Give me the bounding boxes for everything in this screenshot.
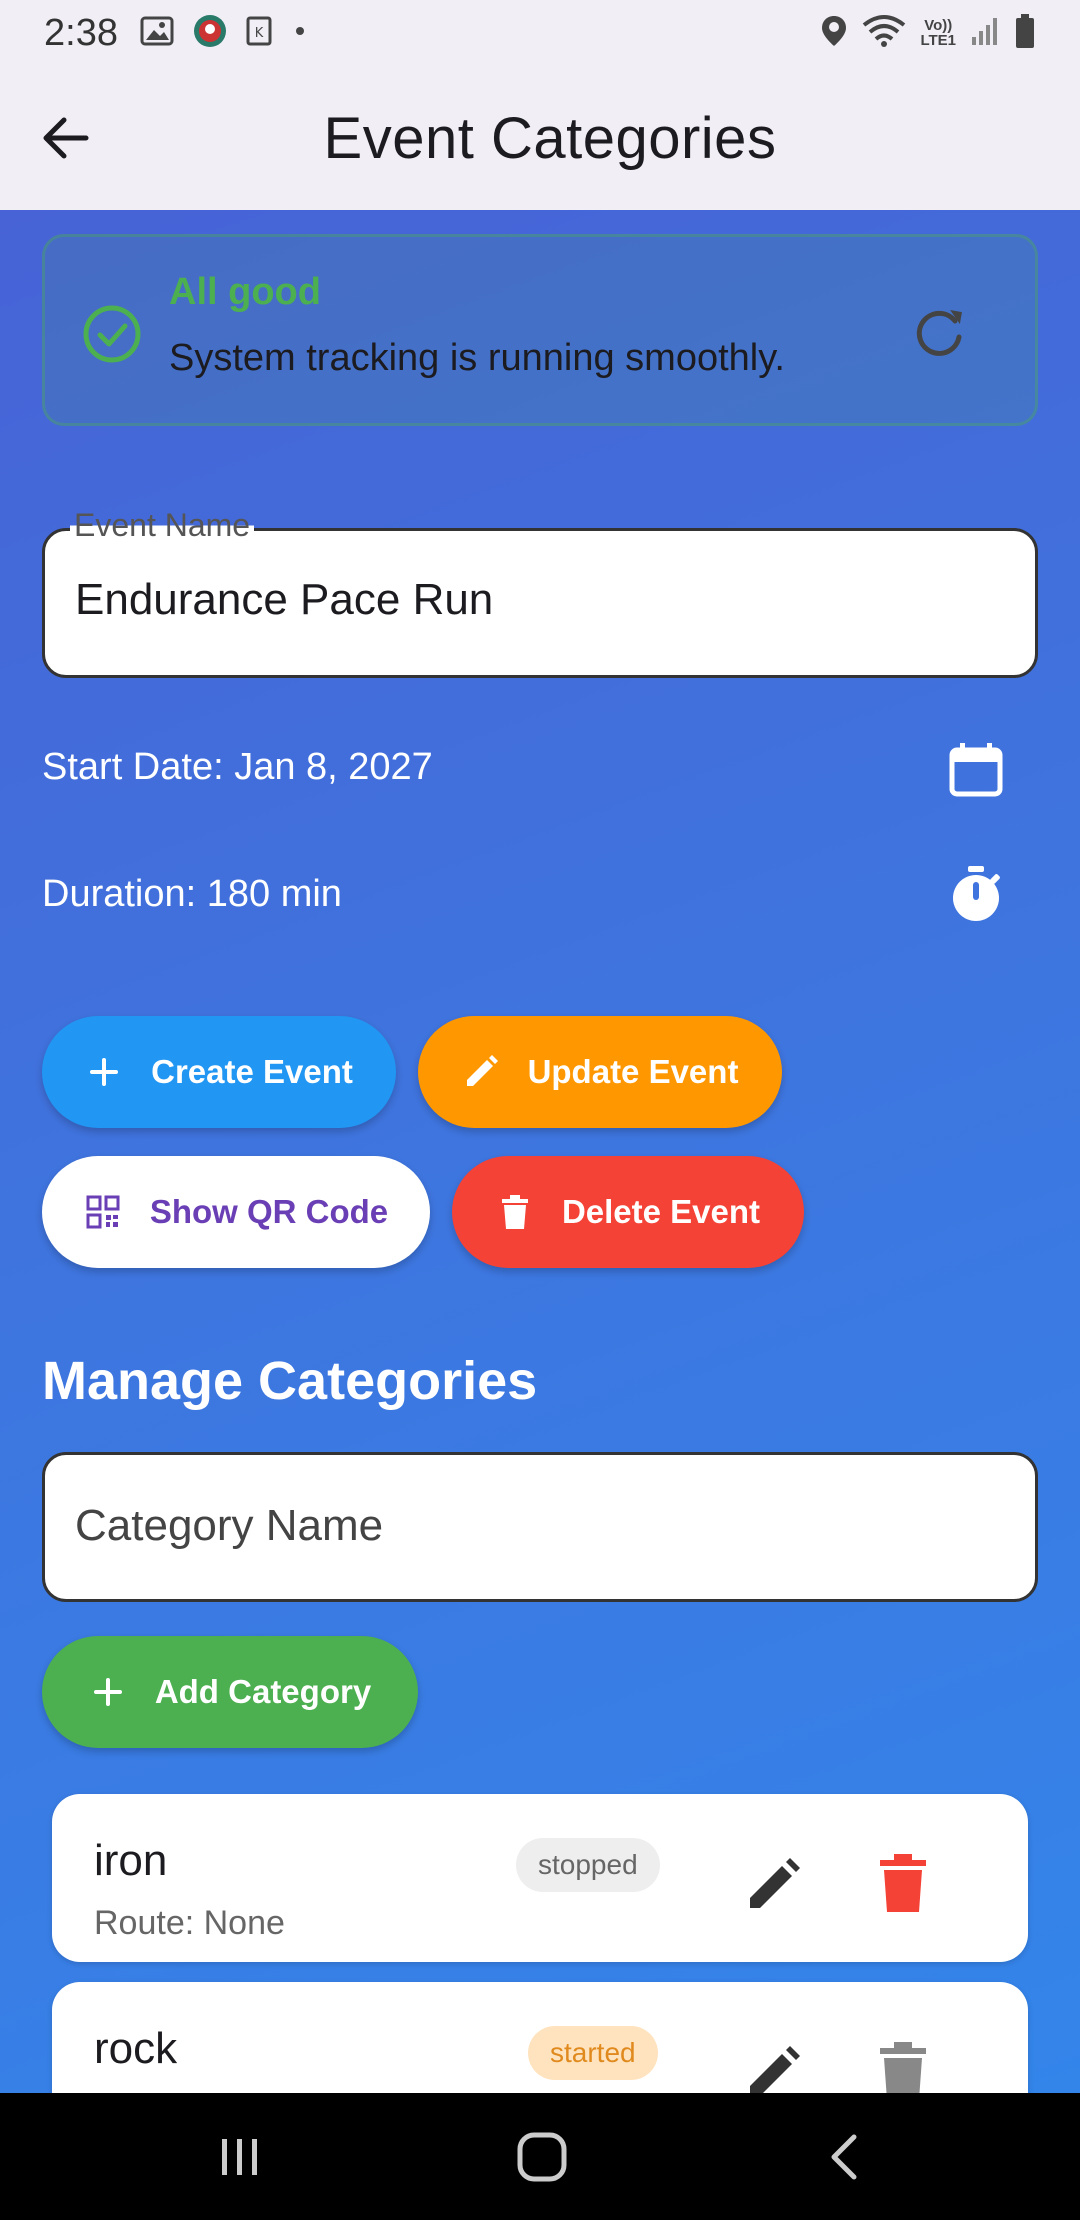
status-time: 2:38 xyxy=(44,11,118,54)
create-event-button[interactable]: Create Event xyxy=(42,1016,396,1128)
system-icons: Vo)) LTE1 xyxy=(820,13,1036,54)
add-icon xyxy=(89,1673,127,1711)
section-title-categories: Manage Categories xyxy=(42,1351,538,1411)
status-title: All good xyxy=(169,271,321,313)
recent-apps-button[interactable] xyxy=(200,2123,280,2191)
recent-apps-icon xyxy=(222,2139,257,2175)
add-icon xyxy=(85,1053,123,1091)
timer-icon[interactable] xyxy=(946,864,1006,924)
wifi-icon xyxy=(862,13,906,54)
check-circle-icon xyxy=(83,305,141,363)
status-bar: 2:38 K Vo)) LTE1 xyxy=(0,0,1080,66)
location-icon xyxy=(820,14,848,53)
svg-text:K: K xyxy=(255,26,264,41)
battery-icon xyxy=(1014,13,1036,54)
dot-icon xyxy=(290,21,310,46)
delete-event-button[interactable]: Delete Event xyxy=(452,1156,804,1268)
arrow-back-icon xyxy=(43,117,89,159)
category-name: iron xyxy=(94,1836,168,1885)
create-event-label: Create Event xyxy=(151,1053,353,1090)
page-title: Event Categories xyxy=(323,105,777,171)
edit-icon[interactable] xyxy=(746,1856,802,1912)
edit-icon[interactable] xyxy=(746,2044,802,2093)
notification-icons: K xyxy=(140,13,310,54)
chevron-left-icon xyxy=(831,2134,857,2180)
update-event-button[interactable]: Update Event xyxy=(418,1016,782,1128)
calendar-icon[interactable] xyxy=(946,740,1006,800)
category-route: Route: None xyxy=(94,1904,285,1942)
home-icon xyxy=(517,2132,567,2182)
network-label-bottom: LTE1 xyxy=(920,32,956,49)
network-label: Vo)) LTE1 xyxy=(920,18,956,48)
back-button[interactable] xyxy=(34,106,98,170)
image-icon xyxy=(140,16,174,51)
qr-code-icon xyxy=(84,1193,122,1231)
status-badge: stopped xyxy=(516,1838,660,1892)
edit-icon xyxy=(462,1053,500,1091)
show-qr-label: Show QR Code xyxy=(149,1193,389,1230)
event-name-value[interactable]: Endurance Pace Run xyxy=(75,575,493,625)
status-badge: started xyxy=(528,2026,658,2080)
trash-icon[interactable] xyxy=(876,2042,930,2093)
start-date-text: Start Date: Jan 8, 2027 xyxy=(42,746,433,788)
system-status-card: All good System tracking is running smoo… xyxy=(42,234,1038,426)
k-icon: K xyxy=(246,16,272,51)
status-message: System tracking is running smoothly. xyxy=(169,337,785,379)
trash-icon[interactable] xyxy=(876,1854,930,1912)
update-event-label: Update Event xyxy=(527,1053,739,1090)
network-label-top: Vo)) xyxy=(924,17,953,34)
duration-text: Duration: 180 min xyxy=(42,873,342,915)
delete-event-label: Delete Event xyxy=(561,1193,761,1230)
app-icon xyxy=(192,13,228,54)
signal-icon xyxy=(970,15,1000,52)
navigation-bar xyxy=(0,2093,1080,2220)
event-name-label: Event Name xyxy=(70,507,255,544)
main-content[interactable]: All good System tracking is running smoo… xyxy=(0,210,1080,2093)
add-category-button[interactable]: Add Category xyxy=(42,1636,418,1748)
category-name-placeholder[interactable]: Category Name xyxy=(75,1501,383,1551)
category-name-field[interactable]: Category Name xyxy=(42,1452,1038,1602)
app-bar: Event Categories xyxy=(0,66,1080,210)
category-name: rock xyxy=(94,2024,178,2073)
back-nav-button[interactable] xyxy=(804,2123,884,2191)
refresh-icon[interactable] xyxy=(909,303,969,363)
home-button[interactable] xyxy=(502,2123,582,2191)
event-name-field[interactable]: Endurance Pace Run xyxy=(42,528,1038,678)
category-card[interactable]: iron Route: None stopped xyxy=(52,1794,1028,1962)
trash-icon xyxy=(496,1193,534,1231)
show-qr-button[interactable]: Show QR Code xyxy=(42,1156,430,1268)
category-card[interactable]: rock started xyxy=(52,1982,1028,2093)
add-category-label: Add Category xyxy=(154,1673,372,1710)
